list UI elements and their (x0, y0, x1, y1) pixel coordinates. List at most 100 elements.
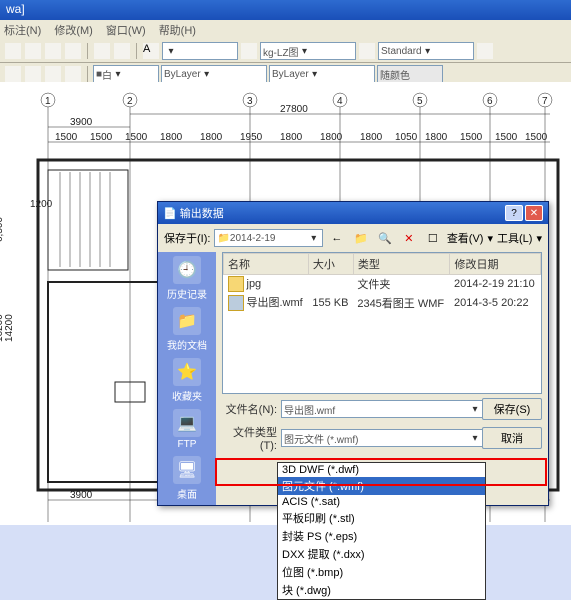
style-combo[interactable]: Standard▾ (378, 42, 474, 60)
places-bar: 🕘历史记录 📁我的文档 ⭐收藏夹 💻FTP 🖥桌面 (158, 252, 216, 505)
star-icon: ⭐ (173, 358, 201, 386)
tools-menu[interactable]: 工具(L) (497, 230, 532, 246)
back-button[interactable]: ← (327, 228, 347, 248)
menu-help[interactable]: 帮助(H) (159, 25, 196, 37)
history-icon: 🕘 (173, 256, 201, 284)
menu-dim[interactable]: 标注(N) (4, 25, 41, 37)
tool-btn[interactable] (4, 42, 22, 60)
svg-text:3900: 3900 (70, 117, 93, 128)
svg-text:1800: 1800 (360, 132, 383, 143)
export-icon: 📄 (163, 208, 177, 220)
filetype-option[interactable]: 位图 (*.bmp) (278, 563, 485, 581)
tool-btn[interactable] (64, 42, 82, 60)
svg-text:6,500: 6,500 (0, 217, 5, 242)
svg-text:1500: 1500 (55, 132, 78, 143)
place-mydocs[interactable]: 📁我的文档 (167, 307, 207, 352)
filetype-option[interactable]: 平板印刷 (*.stl) (278, 509, 485, 527)
svg-text:1950: 1950 (240, 132, 263, 143)
save-button[interactable]: 保存(S) (482, 398, 542, 420)
tool-btn[interactable] (113, 42, 131, 60)
lookin-combo[interactable]: 📁 2014-2-19▾ (214, 229, 322, 247)
lineweight-combo[interactable]: ByLayer▾ (269, 65, 375, 83)
app-titlebar: wa] (0, 0, 571, 20)
col-size[interactable]: 大小 (308, 254, 353, 275)
combo-a[interactable]: ▾ (162, 42, 238, 60)
svg-text:2: 2 (127, 96, 133, 107)
view-menu[interactable]: 查看(V) (447, 230, 484, 246)
tool-btn[interactable]: A (142, 42, 160, 60)
svg-text:1800: 1800 (200, 132, 223, 143)
export-dialog: 📄 输出数据 ? ✕ 保存于(I): 📁 2014-2-19▾ ← 📁 🔍 ✕ … (157, 201, 549, 506)
filetype-combo[interactable]: 图元文件 (*.wmf)▾ (281, 429, 484, 447)
svg-text:14200: 14200 (4, 314, 15, 342)
filetype-label: 文件类型(T): (222, 424, 277, 452)
close-button[interactable]: ✕ (525, 205, 543, 221)
color-combo[interactable]: ■ 白▾ (93, 65, 159, 83)
svg-text:1800: 1800 (280, 132, 303, 143)
help-button[interactable]: ? (505, 205, 523, 221)
tool-btn[interactable] (44, 42, 62, 60)
tool-btn[interactable] (44, 65, 62, 83)
desktop-icon: 🖥 (173, 456, 201, 484)
file-list[interactable]: 名称 大小 类型 修改日期 jpg 文件夹2014-2-19 21:10 导出图… (222, 252, 542, 394)
tool-btn[interactable] (4, 65, 22, 83)
tool-btn[interactable] (24, 42, 42, 60)
svg-text:1500: 1500 (90, 132, 113, 143)
col-type[interactable]: 类型 (353, 254, 450, 275)
newfolder-button[interactable]: ☐ (423, 228, 443, 248)
tool-btn[interactable] (64, 65, 82, 83)
place-ftp[interactable]: 💻FTP (173, 409, 201, 450)
toolbar-1: A ▾ kg-LZ图▾ Standard▾ (0, 40, 571, 63)
file-row[interactable]: 导出图.wmf 155 KB2345看图王 WMF2014-3-5 20:22 (224, 293, 541, 312)
folder-icon: 📁 (173, 307, 201, 335)
dialog-title-text: 输出数据 (180, 208, 224, 220)
up-button[interactable]: 📁 (351, 228, 371, 248)
filename-label: 文件名(N): (222, 401, 277, 417)
place-favorites[interactable]: ⭐收藏夹 (172, 358, 202, 403)
tool-btn[interactable] (24, 65, 42, 83)
place-history[interactable]: 🕘历史记录 (167, 256, 207, 301)
dialog-titlebar[interactable]: 📄 输出数据 ? ✕ (158, 202, 548, 224)
filetype-option[interactable]: 块 (*.dwg) (278, 581, 485, 599)
plotstyle-combo: 随颜色 (377, 65, 443, 83)
layer-combo[interactable]: kg-LZ图▾ (260, 42, 356, 60)
filetype-option-selected[interactable]: 图元文件 (*.wmf) (278, 477, 485, 495)
svg-text:1050: 1050 (395, 132, 418, 143)
col-name[interactable]: 名称 (224, 254, 309, 275)
ftp-icon: 💻 (173, 409, 201, 437)
menu-modify[interactable]: 修改(M) (54, 25, 93, 37)
svg-text:1200: 1200 (30, 199, 53, 210)
svg-text:1500: 1500 (525, 132, 548, 143)
filetype-option[interactable]: 封装 PS (*.eps) (278, 527, 485, 545)
svg-text:3: 3 (247, 96, 253, 107)
svg-text:1500: 1500 (125, 132, 148, 143)
tool-btn[interactable] (358, 42, 376, 60)
tool-btn[interactable] (476, 42, 494, 60)
delete-button[interactable]: ✕ (399, 228, 419, 248)
menu-window[interactable]: 窗口(W) (106, 25, 146, 37)
filename-input[interactable]: 导出图.wmf▾ (281, 400, 484, 418)
tool-btn[interactable] (240, 42, 258, 60)
col-date[interactable]: 修改日期 (450, 254, 541, 275)
svg-text:5: 5 (417, 96, 423, 107)
filetype-option[interactable]: DXX 提取 (*.dxx) (278, 545, 485, 563)
linetype-combo[interactable]: ByLayer▾ (161, 65, 267, 83)
svg-text:1500: 1500 (495, 132, 518, 143)
cancel-button[interactable]: 取消 (482, 427, 542, 449)
tool-btn[interactable] (93, 42, 111, 60)
svg-text:4: 4 (337, 96, 343, 107)
filetype-option[interactable]: ACIS (*.sat) (278, 495, 485, 509)
svg-text:3900: 3900 (70, 490, 93, 501)
svg-text:1: 1 (45, 96, 51, 107)
file-row[interactable]: jpg 文件夹2014-2-19 21:10 (224, 275, 541, 294)
svg-text:1500: 1500 (460, 132, 483, 143)
place-desktop[interactable]: 🖥桌面 (173, 456, 201, 501)
svg-text:1800: 1800 (320, 132, 343, 143)
svg-text:1800: 1800 (425, 132, 448, 143)
svg-text:27800: 27800 (280, 104, 308, 115)
search-button[interactable]: 🔍 (375, 228, 395, 248)
svg-text:7: 7 (542, 96, 548, 107)
filetype-dropdown[interactable]: 3D DWF (*.dwf) 图元文件 (*.wmf) ACIS (*.sat)… (277, 462, 486, 600)
filetype-option[interactable]: 3D DWF (*.dwf) (278, 463, 485, 477)
menubar[interactable]: 标注(N) 修改(M) 窗口(W) 帮助(H) (0, 20, 571, 40)
